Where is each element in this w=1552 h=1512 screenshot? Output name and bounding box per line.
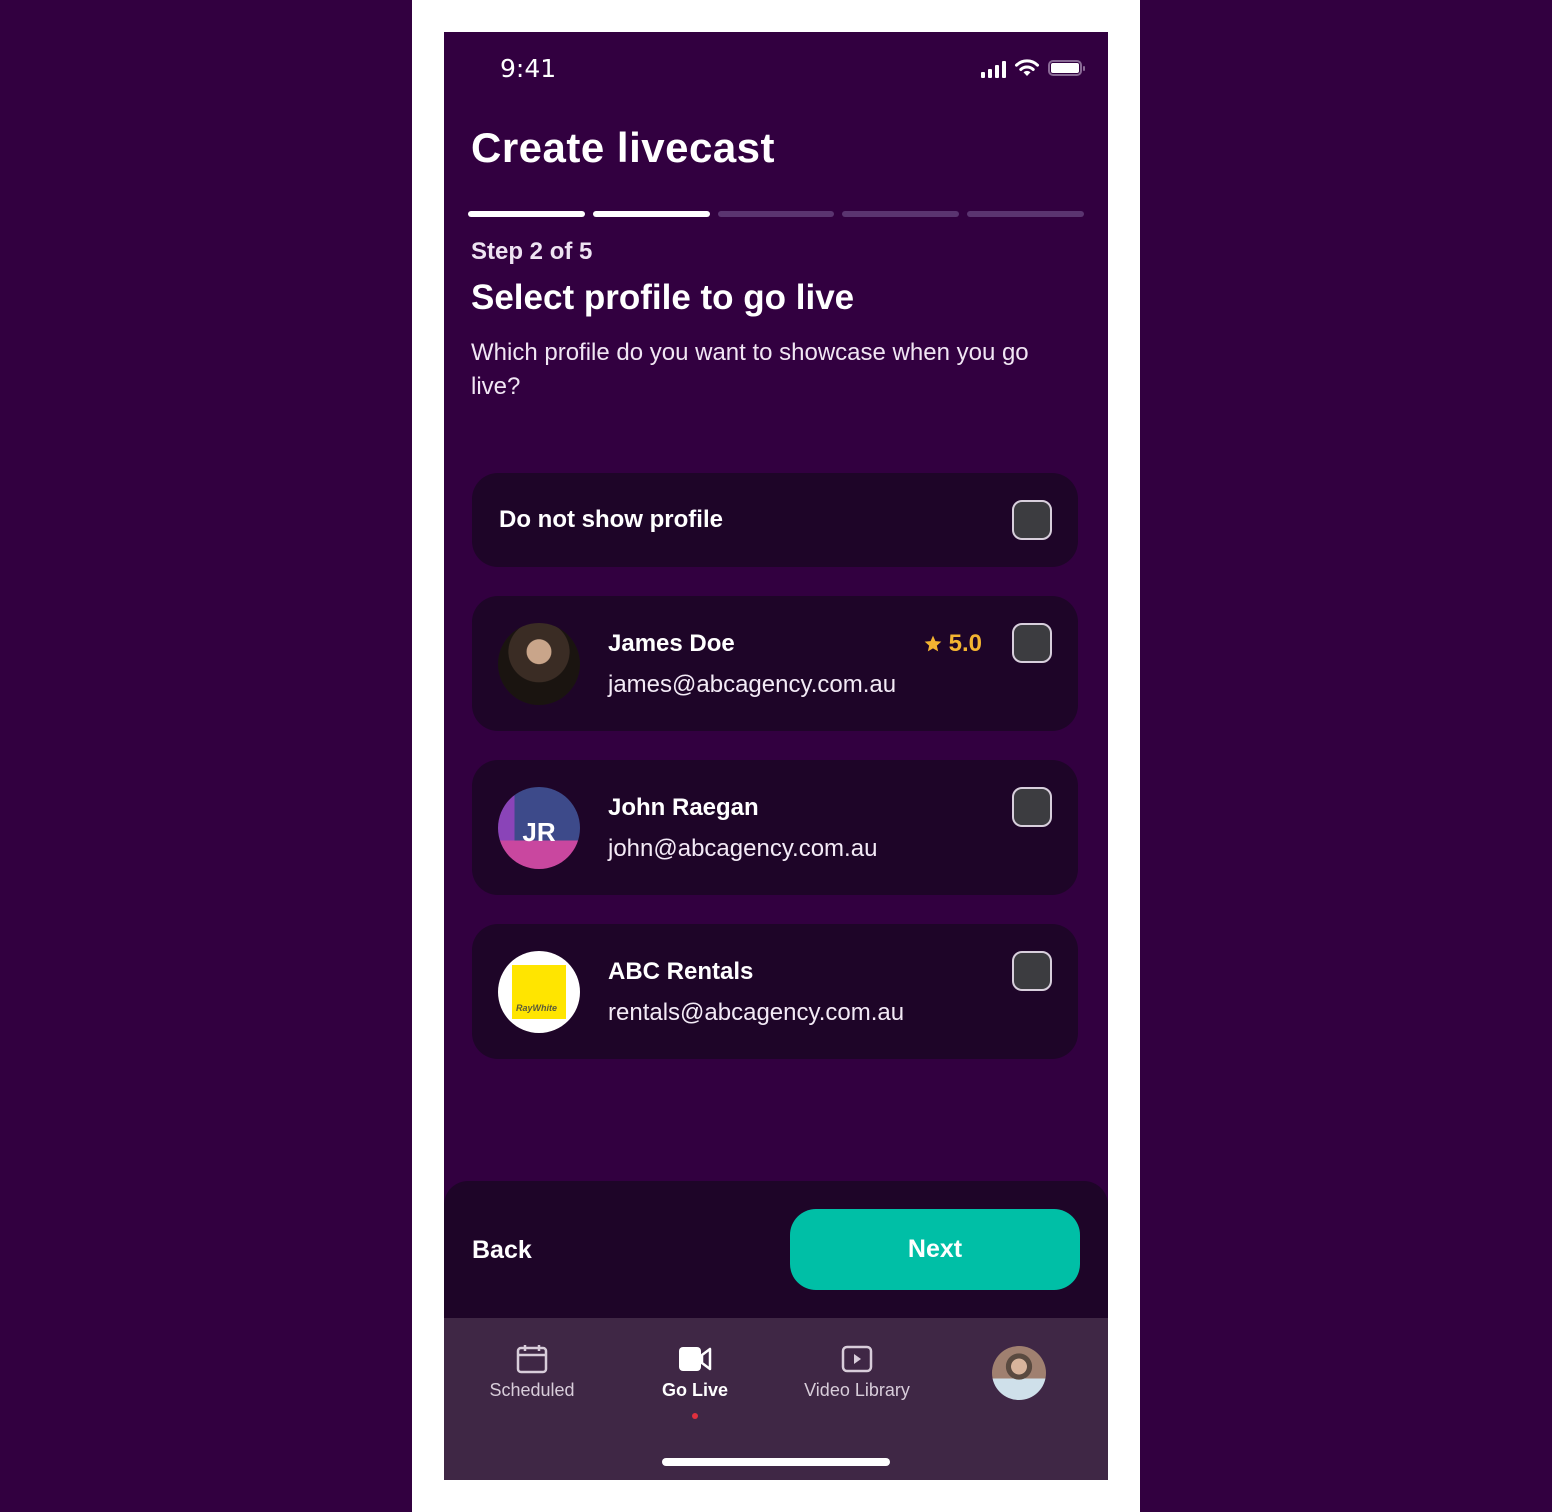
step-label: Step 2 of 5: [471, 238, 593, 265]
option-no-profile[interactable]: Do not show profile: [472, 473, 1078, 567]
progress-segment: [967, 211, 1084, 217]
raywhite-logo: RayWhite: [512, 965, 566, 1019]
tab-go-live[interactable]: Go Live: [615, 1344, 775, 1419]
status-time: 9:41: [500, 54, 557, 83]
home-indicator: [662, 1458, 890, 1466]
option-label: Do not show profile: [499, 506, 723, 533]
status-icons: [981, 58, 1085, 78]
back-button[interactable]: Back: [472, 1236, 532, 1265]
phone-screen: 9:41 Create livecast Step 2 of 5 Select …: [444, 32, 1108, 1480]
signal-icon: [981, 58, 1006, 78]
profile-card-john-raegan[interactable]: JR John Raegan john@abcagency.com.au: [472, 760, 1078, 895]
profile-email: rentals@abcagency.com.au: [608, 999, 905, 1026]
avatar: RayWhite: [498, 951, 580, 1033]
tab-scheduled[interactable]: Scheduled: [452, 1344, 612, 1401]
section-description: Which profile do you want to showcase wh…: [471, 339, 1029, 400]
avatar: JR: [498, 787, 580, 869]
section-title: Select profile to go live: [471, 278, 855, 317]
checkbox[interactable]: [1012, 623, 1052, 663]
step-progress: [468, 211, 1084, 217]
checkbox[interactable]: [1012, 951, 1052, 991]
rating: 5.0: [923, 630, 982, 658]
rating-value: 5.0: [948, 630, 982, 657]
progress-segment: [468, 211, 585, 217]
tab-label: Go Live: [661, 1380, 728, 1400]
checkbox[interactable]: [1012, 500, 1052, 540]
next-button[interactable]: Next: [790, 1209, 1080, 1290]
video-camera-icon: [679, 1347, 712, 1371]
progress-segment: [592, 211, 710, 217]
tab-video-library[interactable]: Video Library: [777, 1344, 937, 1401]
profile-card-abc-rentals[interactable]: RayWhite ABC Rentals rentals@abcagency.c…: [472, 924, 1078, 1059]
avatar: [498, 623, 580, 705]
profile-name: John Raegan: [608, 794, 759, 821]
profile-email: james@abcagency.com.au: [608, 671, 897, 698]
profile-card-james-doe[interactable]: James Doe 5.0 james@abcagency.com.au: [472, 596, 1078, 731]
page-title: Create livecast: [471, 124, 776, 171]
tab-label: Video Library: [804, 1380, 910, 1400]
avatar-initials: JR: [522, 816, 556, 847]
profile-name: ABC Rentals: [608, 958, 754, 985]
checkbox[interactable]: [1012, 787, 1052, 827]
calendar-icon: [516, 1345, 548, 1374]
user-avatar[interactable]: [992, 1346, 1046, 1400]
wifi-icon: [1015, 59, 1039, 76]
profile-name: James Doe: [608, 630, 735, 657]
play-icon: [841, 1345, 873, 1373]
tab-label: Scheduled: [489, 1380, 575, 1400]
tab-bar: Scheduled Go Live Video Library: [444, 1318, 1108, 1480]
star-icon: [924, 635, 941, 652]
profile-email: john@abcagency.com.au: [608, 835, 878, 862]
progress-segment: [842, 211, 960, 217]
battery-icon: [1048, 60, 1085, 76]
active-indicator-dot: [692, 1413, 698, 1419]
action-bar: Back Next: [444, 1181, 1108, 1318]
progress-segment: [717, 211, 835, 217]
